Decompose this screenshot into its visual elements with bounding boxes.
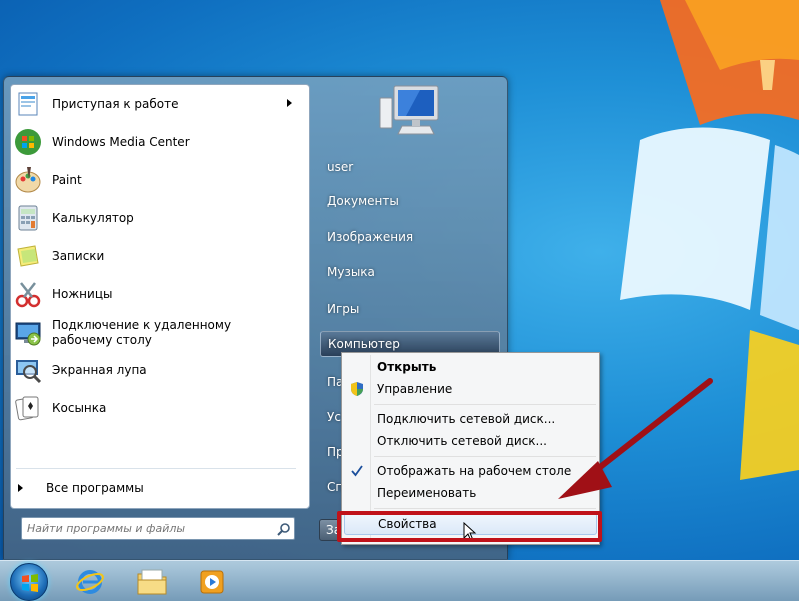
empty-icon-slot	[344, 408, 370, 430]
context-item-label: Отображать на рабочем столе	[377, 464, 572, 478]
right-item-label: Игры	[327, 302, 360, 316]
right-item-label: Компьютер	[328, 337, 400, 351]
all-programs-button[interactable]: Все программы	[18, 481, 144, 495]
right-item-pictures[interactable]: Изображения	[320, 224, 500, 250]
right-item-user[interactable]: user	[320, 154, 500, 180]
annotation-highlight-box	[337, 511, 602, 542]
all-programs-label: Все программы	[46, 481, 144, 495]
pane-divider	[16, 468, 296, 469]
sticky-notes-icon	[12, 240, 44, 272]
program-item-magnifier[interactable]: Экранная лупа	[12, 352, 300, 388]
search-icon[interactable]	[274, 519, 294, 539]
computer-monitor-icon	[379, 85, 439, 135]
program-label: Приступая к работе	[52, 96, 179, 111]
context-item-label: Переименовать	[377, 486, 477, 500]
windows-flag-icon	[22, 574, 38, 592]
menu-separator	[374, 508, 596, 509]
media-player-icon	[200, 570, 224, 594]
program-label: Косынка	[52, 400, 107, 415]
calculator-icon	[12, 202, 44, 234]
program-item-remote-desktop[interactable]: Подключение к удаленному рабочему столу	[12, 313, 300, 353]
shield-icon	[344, 378, 370, 400]
program-item-solitaire[interactable]: Косынка	[12, 390, 300, 426]
internet-explorer-icon	[76, 570, 104, 594]
program-item-snipping-tool[interactable]: Ножницы	[12, 276, 300, 312]
folder-icon	[137, 569, 167, 595]
submenu-arrow-icon	[287, 99, 292, 107]
search-box[interactable]	[21, 517, 295, 540]
user-picture[interactable]	[378, 82, 442, 142]
taskbar-media-player[interactable]	[190, 564, 234, 600]
program-label: Windows Media Center	[52, 134, 190, 149]
right-item-label: Документы	[327, 194, 399, 208]
annotation-arrow-icon	[558, 378, 713, 499]
checkmark-icon	[344, 460, 370, 482]
right-item-music[interactable]: Музыка	[320, 259, 500, 285]
magnifier-icon	[12, 354, 44, 386]
start-button[interactable]	[10, 563, 48, 601]
right-item-label: Музыка	[327, 265, 375, 279]
getting-started-icon	[12, 88, 44, 120]
taskbar	[0, 560, 799, 601]
search-input[interactable]	[27, 519, 274, 538]
program-label: Калькулятор	[52, 210, 134, 225]
program-label: Paint	[52, 172, 82, 187]
program-item-getting-started[interactable]: Приступая к работе	[12, 86, 300, 122]
context-item-label: Отключить сетевой диск...	[377, 434, 547, 448]
program-label: Записки	[52, 248, 105, 263]
paint-icon	[12, 164, 44, 196]
program-item-calculator[interactable]: Калькулятор	[12, 200, 300, 236]
program-item-media-center[interactable]: Windows Media Center	[12, 124, 300, 160]
context-item-label: Подключить сетевой диск...	[377, 412, 556, 426]
media-center-icon	[12, 126, 44, 158]
taskbar-explorer[interactable]	[130, 564, 174, 600]
solitaire-icon	[12, 392, 44, 424]
program-label: Экранная лупа	[52, 362, 147, 377]
program-item-paint[interactable]: Paint	[12, 162, 300, 198]
empty-icon-slot	[344, 430, 370, 452]
right-item-games[interactable]: Игры	[320, 296, 500, 322]
empty-icon-slot	[344, 482, 370, 504]
right-item-label: user	[327, 160, 354, 174]
expand-arrow-icon	[18, 484, 23, 492]
context-item-label: Открыть	[377, 360, 437, 374]
program-item-sticky-notes[interactable]: Записки	[12, 238, 300, 274]
right-item-documents[interactable]: Документы	[320, 188, 500, 214]
program-label: Подключение к удаленному рабочему столу	[52, 318, 232, 347]
context-item-label: Управление	[377, 382, 453, 396]
empty-icon-slot	[344, 356, 370, 378]
right-item-label: Изображения	[327, 230, 414, 244]
remote-desktop-icon	[12, 317, 44, 349]
snipping-tool-icon	[12, 278, 44, 310]
program-label: Ножницы	[52, 286, 113, 301]
taskbar-internet-explorer[interactable]	[68, 564, 112, 600]
